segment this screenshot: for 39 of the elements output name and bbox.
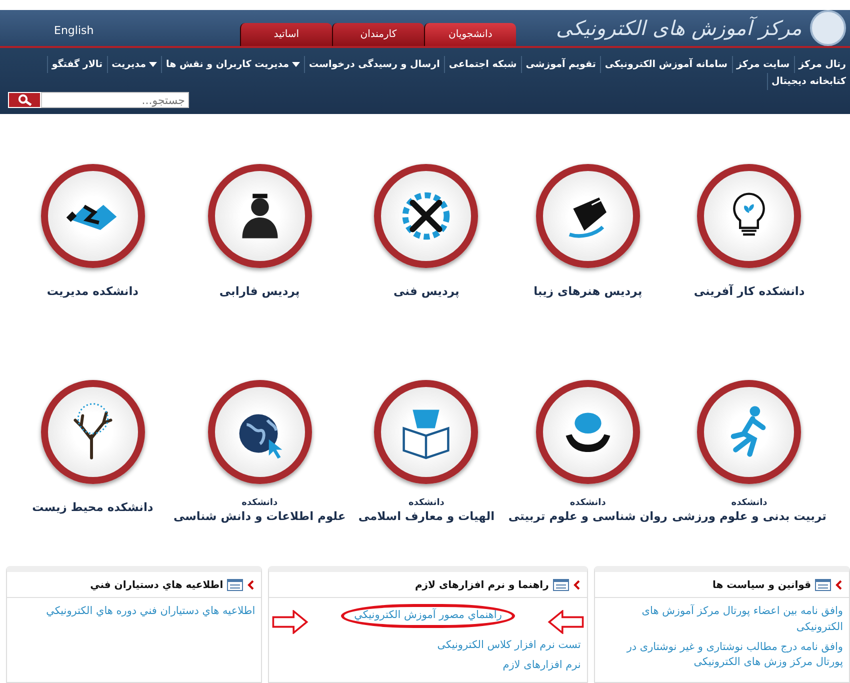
menu-item[interactable]: کتابخانه دیجیتال xyxy=(766,73,850,90)
menu-item[interactable]: سامانه آموزش الکترونیکی xyxy=(600,56,732,73)
panel-title: راهنما و نرم افزارهای لازم xyxy=(414,580,549,590)
menu-item[interactable]: تالار گفتگو xyxy=(46,56,107,73)
search-field[interactable]: جستجو... xyxy=(41,92,189,108)
faculty-link[interactable]: دانشکده کار آفرینی xyxy=(694,284,805,298)
faculty-link[interactable]: پردیس فارابی xyxy=(219,284,300,298)
faculty-type: دانشکده xyxy=(242,498,278,508)
audience-tab[interactable]: دانشجویان xyxy=(424,23,516,46)
menu-item[interactable]: ارسال و رسیدگی درخواست xyxy=(304,56,444,73)
language-link[interactable]: English xyxy=(54,24,94,37)
menu-item[interactable]: سایت مرکز xyxy=(732,56,794,73)
faculty-link[interactable]: پردیس فنی xyxy=(394,284,460,298)
site-logo-text: مرکز آموزش های الکترونیکی xyxy=(556,16,802,40)
faculty-type: دانشکده xyxy=(570,498,606,508)
panel-link[interactable]: وافق نامه درج مطالب نوشتاری و غیر نوشتاری در پورتال مرکز وزش های الکترونیکی xyxy=(600,640,843,671)
faculty-link[interactable]: دانشکده مدیریت xyxy=(46,284,139,298)
faculty-link[interactable]: دانشکده محیط زیست xyxy=(32,500,154,514)
panel-title: اطلاعيه هاي دستياران فني xyxy=(90,580,224,590)
faculty-type: دانشکده xyxy=(731,498,768,508)
faculty-link[interactable]: الهیات و معارف اسلامی xyxy=(358,509,495,523)
faculty-link[interactable]: علوم اطلاعات و دانش شناسی xyxy=(173,509,346,523)
faculty-link[interactable]: تربیت بدنی و علوم ورزشی xyxy=(672,509,826,523)
menu-item[interactable]: مدیریت xyxy=(106,56,162,73)
panel-link[interactable]: اطلاعيه هاي دستياران فني دوره هاي الكترونيكي xyxy=(13,604,256,620)
highlighted-link[interactable]: راهنماي مصور آموزش الكترونيكي xyxy=(341,604,515,628)
panel-link[interactable]: تست نرم افزار کلاس الکترونیکی xyxy=(275,638,581,654)
panel-title: قوانین و سیاست ها xyxy=(712,580,811,590)
menu-item[interactable]: مدیریت کاربران و نقش ها xyxy=(161,56,304,73)
panel-link[interactable]: نرم افزارهای لازم xyxy=(275,658,581,674)
menu-item[interactable]: شبکه اجتماعی xyxy=(444,56,521,73)
faculty-link[interactable]: روان شناسی و علوم تربیتی xyxy=(508,509,668,523)
panel-link[interactable]: وافق نامه بین اعضاء پورتال مرکز آموزش های الکترونیکی xyxy=(600,604,843,636)
menu-item[interactable]: رتال مرکز xyxy=(794,56,850,73)
menu-item[interactable]: تقویم آموزشی xyxy=(520,56,600,73)
audience-tab[interactable]: اساتید xyxy=(240,23,332,46)
faculty-link[interactable]: پردیس هنرهای زیبا xyxy=(534,284,642,298)
faculty-type: دانشکده xyxy=(408,498,444,508)
audience-tab[interactable]: کارمندان xyxy=(332,23,424,46)
